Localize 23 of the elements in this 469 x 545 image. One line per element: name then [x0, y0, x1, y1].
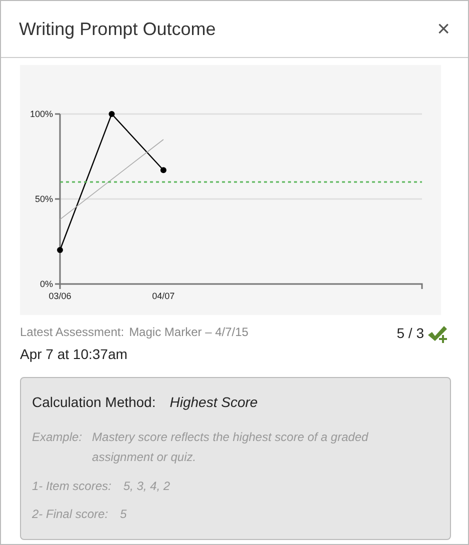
step-value: 5 — [120, 506, 127, 523]
data-point — [160, 167, 166, 174]
y-tick-label: 0% — [40, 279, 53, 289]
x-tick-label: 03/06 — [48, 291, 72, 301]
score-text: 5 / 3 — [396, 324, 424, 343]
step-value: 5, 3, 4, 2 — [123, 478, 170, 495]
dialog-title: Writing Prompt Outcome — [19, 18, 216, 41]
assessment-label: Latest Assessment: — [20, 324, 124, 341]
calculation-method: Highest Score — [170, 393, 258, 412]
assessment-name: Magic Marker – 4/7/15 — [129, 324, 248, 341]
data-point — [57, 247, 63, 253]
x-tick-label: 04/07 — [152, 291, 175, 301]
example-label: Example: — [32, 429, 82, 446]
check-plus-icon — [427, 324, 449, 342]
assessment-date: Apr 7 at 10:37am — [20, 345, 128, 364]
data-point — [108, 111, 115, 117]
calculation-label: Calculation Method: — [32, 393, 156, 412]
y-tick-label: 100% — [30, 109, 53, 119]
y-tick-label: 50% — [34, 194, 53, 204]
example-text: Mastery score reflects the highest score of a graded assignment or quiz. — [92, 429, 370, 466]
close-button[interactable]: × — [437, 18, 450, 40]
step-label: 1- Item scores: — [32, 478, 112, 495]
step-label: 2- Final score: — [32, 506, 108, 523]
